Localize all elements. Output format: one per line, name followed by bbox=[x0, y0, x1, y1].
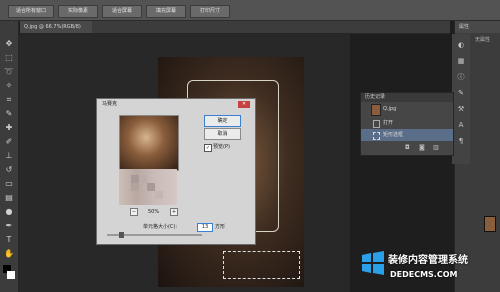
actual-pixels-button[interactable]: 实际像素 bbox=[58, 5, 98, 18]
history-item-label: 打开 bbox=[383, 120, 394, 126]
brush-panel-icon[interactable]: ✎ bbox=[456, 88, 466, 98]
panel-icon-strip: ◐ ▦ ⓘ ✎ ⚒ A ¶ bbox=[452, 34, 470, 164]
preview-label: 预览(P) bbox=[213, 144, 230, 150]
ok-button[interactable]: 确定 bbox=[204, 115, 241, 127]
eraser-icon[interactable]: ▭ bbox=[4, 179, 14, 189]
site-watermark: 装修内容管理系统 DEDECMS.COM bbox=[360, 240, 500, 292]
document-tab[interactable]: Q.jpg @ 66.7%(RGB/8) bbox=[20, 21, 92, 33]
type-tool-icon[interactable]: T bbox=[4, 235, 14, 245]
cell-size-input[interactable]: 13 bbox=[197, 223, 213, 232]
cell-size-slider[interactable] bbox=[107, 232, 202, 238]
layer-thumbnail[interactable] bbox=[484, 216, 496, 232]
cancel-button[interactable]: 取消 bbox=[204, 128, 241, 140]
mosaic-cell bbox=[131, 183, 139, 191]
document-step-icon bbox=[373, 120, 380, 128]
tools-panel: ✥ ⬚ ➰ ✧ ⌗ ✎ ✚ ✐ ⊥ ↺ ▭ ▤ ● ✒ T ✋ bbox=[0, 21, 19, 292]
info-icon[interactable]: ⓘ bbox=[456, 72, 466, 82]
watermark-domain: DEDECMS.COM bbox=[390, 270, 458, 279]
mosaic-cell bbox=[131, 175, 139, 183]
cell-size-label: 单元格大小(C): bbox=[143, 224, 178, 230]
filter-preview-mosaic bbox=[119, 169, 177, 205]
camera-icon[interactable]: ◙ bbox=[419, 144, 427, 151]
lasso-tool-icon[interactable]: ➰ bbox=[4, 67, 14, 77]
pen-tool-icon[interactable]: ✒ bbox=[4, 221, 14, 231]
print-size-button[interactable]: 打印尺寸 bbox=[190, 5, 230, 18]
watermark-text: 装修内容管理系统 bbox=[388, 255, 468, 266]
preview-zoom-row: − 50% + bbox=[130, 208, 180, 216]
zoom-out-button[interactable]: − bbox=[130, 208, 138, 216]
cell-size-row: 单元格大小(C): 13 方形 bbox=[109, 222, 249, 232]
gradient-tool-icon[interactable]: ▤ bbox=[4, 193, 14, 203]
history-snapshot-row[interactable]: Q.jpg bbox=[361, 103, 453, 116]
background-color-swatch[interactable] bbox=[7, 271, 15, 279]
paragraph-panel-icon[interactable]: ¶ bbox=[456, 136, 466, 146]
crop-tool-icon[interactable]: ⌗ bbox=[4, 95, 14, 105]
history-brush-icon[interactable]: ↺ bbox=[4, 165, 14, 175]
close-icon[interactable]: ✕ bbox=[238, 101, 250, 108]
fit-screen-button[interactable]: 适合屏幕 bbox=[102, 5, 142, 18]
tool-presets-icon[interactable]: ⚒ bbox=[456, 104, 466, 114]
fill-screen-button[interactable]: 填充屏幕 bbox=[146, 5, 186, 18]
brush-tool-icon[interactable]: ✐ bbox=[4, 137, 14, 147]
zoom-in-button[interactable]: + bbox=[170, 208, 178, 216]
mosaic-dialog: 马赛克 ✕ 确定 取消 ✓ 预览(P) − 50% + 单元格大小(C): 13… bbox=[96, 98, 256, 245]
magic-wand-icon[interactable]: ✧ bbox=[4, 81, 14, 91]
mosaic-cell bbox=[147, 183, 155, 191]
eyedropper-icon[interactable]: ✎ bbox=[4, 109, 14, 119]
preview-checkbox[interactable]: ✓ bbox=[204, 144, 212, 152]
cell-size-unit: 方形 bbox=[215, 224, 226, 230]
history-panel: 历史记录 Q.jpg 打开 矩形选框 ◘ ◙ ▥ bbox=[360, 92, 454, 156]
adjustments-icon[interactable]: ◐ bbox=[456, 40, 466, 50]
history-panel-title: 历史记录 bbox=[361, 93, 453, 102]
properties-tab[interactable]: 属性 bbox=[455, 21, 500, 33]
history-step-row[interactable]: 打开 bbox=[361, 117, 453, 129]
new-snapshot-icon[interactable]: ◘ bbox=[405, 144, 413, 151]
filter-preview[interactable] bbox=[119, 115, 179, 171]
slider-thumb[interactable] bbox=[119, 232, 124, 238]
dodge-tool-icon[interactable]: ● bbox=[4, 207, 14, 217]
marquee-selection-bottom bbox=[223, 251, 300, 279]
trash-icon[interactable]: ▥ bbox=[433, 144, 441, 151]
no-properties-label: 无属性 bbox=[475, 37, 491, 43]
history-item-label: Q.jpg bbox=[383, 106, 397, 112]
fit-all-windows-button[interactable]: 适合所有窗口 bbox=[8, 5, 54, 18]
hand-tool-icon[interactable]: ✋ bbox=[4, 249, 14, 259]
mosaic-cell bbox=[139, 175, 147, 183]
windows-logo-icon bbox=[362, 251, 384, 275]
options-bar: 适合所有窗口 实际像素 适合屏幕 填充屏幕 打印尺寸 bbox=[0, 0, 500, 21]
history-item-label: 矩形选框 bbox=[383, 132, 404, 138]
dialog-title: 马赛克 bbox=[97, 99, 255, 109]
preview-checkbox-row[interactable]: ✓ 预览(P) bbox=[204, 143, 244, 152]
mosaic-cell bbox=[155, 191, 163, 199]
document-tab-bar: Q.jpg @ 66.7%(RGB/8) bbox=[20, 21, 450, 34]
move-tool-icon[interactable]: ✥ bbox=[4, 39, 14, 49]
healing-brush-icon[interactable]: ✚ bbox=[4, 123, 14, 133]
stamp-tool-icon[interactable]: ⊥ bbox=[4, 151, 14, 161]
zoom-level: 50% bbox=[148, 209, 160, 215]
history-step-row-selected[interactable]: 矩形选框 bbox=[361, 129, 453, 141]
styles-icon[interactable]: ▦ bbox=[456, 56, 466, 66]
character-panel-icon[interactable]: A bbox=[456, 120, 466, 130]
snapshot-thumbnail bbox=[371, 104, 381, 116]
marquee-step-icon bbox=[373, 132, 380, 140]
marquee-tool-icon[interactable]: ⬚ bbox=[4, 53, 14, 63]
